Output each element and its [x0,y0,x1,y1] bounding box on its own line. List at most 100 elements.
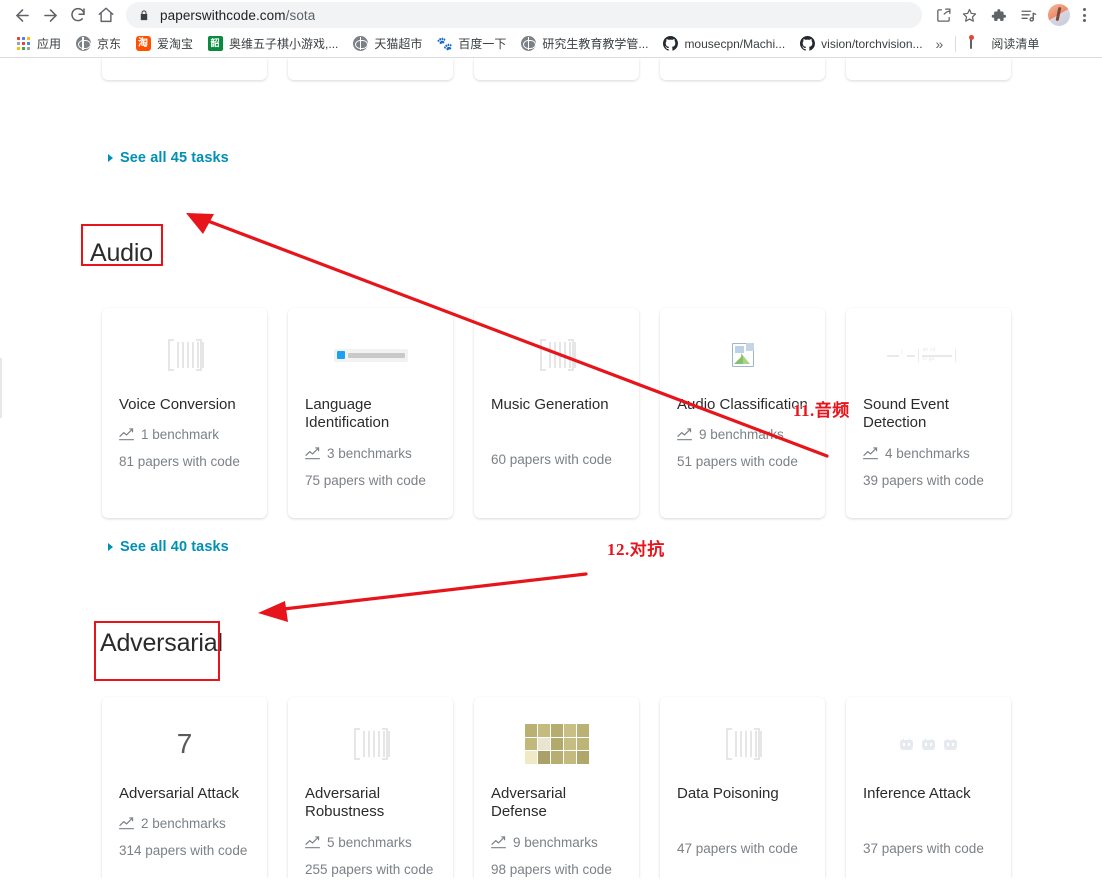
card-thumbnail [863,713,994,775]
card-title: Adversarial Defense [491,785,567,821]
card-papers: 98 papers with code [491,861,612,877]
bookmark-grad-edu[interactable]: 研究生教育教学管... [513,32,655,56]
card-papers: 60 papers with code [491,452,612,468]
github-icon [799,36,815,52]
partial-card[interactable] [474,58,639,80]
url-domain: paperswithcode.com [160,7,286,23]
back-icon[interactable] [8,1,36,29]
card-papers: 81 papers with code [119,454,240,470]
audio-cards-row: Voice Conversion 1 benchmark 81 papers w… [102,308,1011,518]
bookmark-label: 天猫超市 [374,37,423,51]
task-card-inference-attack[interactable]: Inference Attack 37 papers with code [846,697,1011,878]
card-benchmarks: 1 benchmark [119,427,250,442]
task-card-language-identification[interactable]: Language Identification 3 benchmarks 75 … [288,308,453,518]
card-papers: 51 papers with code [677,454,798,470]
card-title: Sound Event Detection [863,396,949,432]
page-viewport: See all 45 tasks Audio Voice Conversion … [0,58,1102,878]
card-title: Voice Conversion [119,396,236,413]
card-title: Data Poisoning [677,785,779,802]
task-card-adversarial-robustness[interactable]: Adversarial Robustness 5 benchmarks 255 … [288,697,453,878]
benchmarks-label: 5 benchmarks [327,834,412,850]
taobao-icon: 淘 [135,36,151,52]
forward-icon[interactable] [36,1,64,29]
card-benchmarks [863,816,994,829]
card-papers: 255 papers with code [305,861,434,877]
address-bar[interactable]: paperswithcode.com/sota [126,2,922,28]
bookmarks-overflow-icon[interactable]: » [930,36,950,52]
card-benchmarks: 9 benchmarks [491,835,622,850]
vertical-scrollbar[interactable] [1090,58,1102,878]
globe-icon [520,36,536,52]
chart-line-icon [119,428,134,441]
card-title: Adversarial Robustness [305,785,385,821]
browser-chrome: paperswithcode.com/sota 应用 京东 淘 爱淘宝 韶 奥维… [0,0,1102,58]
card-papers: 39 papers with code [863,472,984,488]
bookmark-taobao[interactable]: 淘 爱淘宝 [128,32,200,56]
bookmark-tmall[interactable]: 天猫超市 [345,32,429,56]
task-card-sound-event-detection[interactable]: 1 ab cd ef gh Sound Event Detection 4 be… [846,308,1011,518]
apps-grid-icon [15,36,31,52]
bookmark-label: 研究生教育教学管... [542,37,649,51]
globe-icon [75,36,91,52]
see-all-45-tasks-link[interactable]: See all 45 tasks [108,150,229,166]
lock-icon [138,9,150,22]
home-icon[interactable] [92,1,120,29]
reading-list-icon[interactable] [1014,1,1042,29]
bookmark-label: 应用 [37,37,62,51]
cat-icons [900,738,957,750]
benchmarks-label: 3 benchmarks [327,445,412,461]
formula-image-icon: 1 ab cd ef gh [885,344,973,366]
bookmark-jd[interactable]: 京东 [68,32,128,56]
task-card-voice-conversion[interactable]: Voice Conversion 1 benchmark 81 papers w… [102,308,267,518]
card-thumbnail [305,713,436,775]
card-thumbnail [491,713,622,775]
bookmark-gomoku-game[interactable]: 韶 奥维五子棋小游戏,... [200,32,345,56]
benchmarks-label: 2 benchmarks [141,816,226,832]
see-all-40-tasks-link[interactable]: See all 40 tasks [108,539,229,555]
card-benchmarks: 3 benchmarks [305,446,436,461]
card-benchmarks: 2 benchmarks [119,816,250,831]
extensions-puzzle-icon[interactable] [984,1,1012,29]
task-card-audio-classification[interactable]: Audio Classification 9 benchmarks 51 pap… [660,308,825,518]
bookmark-torchvision[interactable]: vision/torchvision... [792,32,929,56]
card-benchmarks [677,816,808,829]
bookmark-label: 奥维五子棋小游戏,... [229,37,339,51]
partial-card[interactable] [846,58,1011,80]
card-thumbnail [305,324,436,386]
task-card-music-generation[interactable]: Music Generation 60 papers with code [474,308,639,518]
browser-menu-icon[interactable] [1074,1,1094,29]
bookmark-baidu[interactable]: 🐾 百度一下 [429,32,513,56]
section-title-audio: Audio [90,239,153,267]
card-thumbnail: 7 [119,713,250,775]
url-path: /sota [285,7,316,23]
see-all-label: See all 45 tasks [120,150,229,166]
benchmarks-label: 9 benchmarks [513,834,598,850]
card-papers: 314 papers with code [119,843,248,859]
share-icon[interactable] [930,2,956,28]
globe-icon [352,36,368,52]
game-icon: 韶 [207,36,223,52]
baidu-icon: 🐾 [436,36,454,51]
partial-card[interactable] [288,58,453,80]
task-card-adversarial-attack[interactable]: 7 Adversarial Attack 2 benchmarks 314 pa… [102,697,267,878]
reading-list-button[interactable]: 阅读清单 [962,32,1046,56]
task-card-data-poisoning[interactable]: Data Poisoning 47 papers with code [660,697,825,878]
chart-line-icon [863,446,878,460]
chart-line-icon [119,817,134,830]
broken-barcode-icon [539,339,576,371]
partial-card[interactable] [102,58,267,80]
bookmark-apps[interactable]: 应用 [8,32,68,56]
partial-card[interactable] [660,58,825,80]
card-title: Language Identification [305,396,390,432]
bookmark-mousecpn[interactable]: mousecpn/Machi... [655,32,792,56]
bookmark-star-icon[interactable] [956,2,982,28]
task-card-adversarial-defense[interactable]: Adversarial Defense 9 benchmarks 98 pape… [474,697,639,878]
broken-barcode-icon [353,728,390,760]
card-title: Adversarial Attack [119,785,240,802]
avatar[interactable] [1048,4,1070,26]
card-title: Audio Classification [677,396,808,413]
reload-icon[interactable] [64,1,92,29]
card-papers: 75 papers with code [305,472,426,488]
see-all-label: See all 40 tasks [120,539,229,555]
bookmark-label: mousecpn/Machi... [684,36,786,51]
